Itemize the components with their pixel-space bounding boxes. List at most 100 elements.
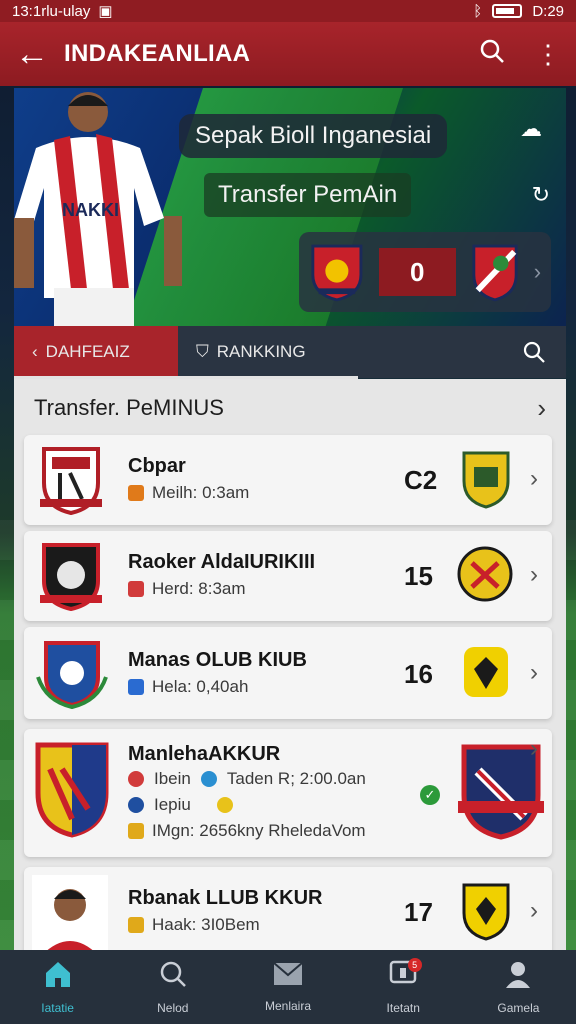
club-crest-icon xyxy=(40,447,102,516)
nav-profile[interactable]: Gamela xyxy=(461,950,576,1024)
club-name: Cbpar xyxy=(128,455,186,477)
club-detail: Ibein xyxy=(154,769,191,788)
nav-search[interactable]: Nelod xyxy=(115,950,230,1024)
bottom-nav: Iatatie Nelod Menlaira 5 Itetatn Gamela xyxy=(0,950,576,1024)
list-item[interactable]: Cbpar Meilh: 0:3am C2 › xyxy=(24,435,552,525)
nav-label: Menlaira xyxy=(264,998,312,1013)
club-name: Rbanak LLUB KKUR xyxy=(128,887,323,909)
chevron-right-icon: › xyxy=(530,465,538,492)
match-card[interactable]: 0 › xyxy=(299,232,551,312)
chevron-right-icon: › xyxy=(530,735,538,762)
status-bar: 13:1rlu-ulay ▣ ᛒ D:29 xyxy=(0,0,576,22)
hero-title: Sepak Bioll Inganesiai xyxy=(179,114,448,158)
club-crest-icon xyxy=(35,742,109,838)
panel-title: Transfer. PeMINUS xyxy=(34,395,224,420)
club-meta: Hela: 0,40ah xyxy=(128,677,248,697)
club-name: ManlehaAKKUR xyxy=(128,743,281,765)
back-arrow-icon[interactable]: ← xyxy=(0,37,64,71)
nav-label: Gamela xyxy=(497,1000,540,1015)
chevron-right-icon: › xyxy=(530,897,538,924)
chevron-right-icon: › xyxy=(537,392,546,423)
opponent-crest-icon xyxy=(457,546,513,602)
search-icon xyxy=(159,960,187,993)
hero-banner[interactable]: NAKKI Sepak Bioll Inganesiai Transfer Pe… xyxy=(14,88,566,328)
time-icon xyxy=(128,679,144,695)
app-title: INDAKEANLIAA xyxy=(64,40,251,67)
club-detail: IMgn: 2656kny RheledaVom xyxy=(152,821,366,840)
chevron-right-icon[interactable]: › xyxy=(534,259,541,285)
club-detail-row: Ibein Taden R; 2:00.0an xyxy=(128,769,366,789)
app-bar: ← INDAKEANLIAA ⋮ xyxy=(0,22,576,86)
club-meta-text: Meilh: 0:3am xyxy=(152,483,250,502)
chevron-right-icon: › xyxy=(530,561,538,588)
nav-label: Nelod xyxy=(157,1000,189,1015)
club-meta: Meilh: 0:3am xyxy=(128,483,249,503)
status-time: D:29 xyxy=(532,2,564,20)
club-detail: Taden R; 2:00.0an xyxy=(226,769,366,788)
panel-header[interactable]: Transfer. PeMINUS › xyxy=(14,379,566,437)
nav-label: Itetatn xyxy=(386,1000,420,1015)
twitter-icon xyxy=(200,771,217,787)
calendar-icon xyxy=(128,581,144,597)
club-number: 15 xyxy=(404,561,433,591)
nav-label: Iatatie xyxy=(41,1000,74,1015)
club-number: 16 xyxy=(404,659,433,689)
clock-icon xyxy=(128,485,144,501)
nav-home[interactable]: Iatatie xyxy=(0,950,115,1024)
home-icon xyxy=(43,960,73,993)
club-number: C2 xyxy=(404,465,438,495)
club-meta-text: Hela: 0,40ah xyxy=(152,677,249,696)
trophy-icon xyxy=(216,797,233,813)
info-icon xyxy=(128,797,144,813)
search-icon[interactable] xyxy=(464,38,520,71)
tab-ranking[interactable]: ⛉ RANKKING xyxy=(178,326,324,378)
cloud-sync-icon[interactable]: ☁ xyxy=(520,116,550,146)
match-score: 0 xyxy=(378,248,456,296)
svg-text:NAKKI: NAKKI xyxy=(62,200,119,220)
chevron-left-icon: ‹ xyxy=(32,342,38,361)
opponent-crest-icon xyxy=(462,883,510,941)
club-name: Manas OLUB KIUB xyxy=(128,649,307,671)
transfer-panel: Transfer. PeMINUS › Cbpar Meilh: 0:3am C… xyxy=(14,379,566,957)
club-crest-icon xyxy=(40,543,102,612)
list-item[interactable]: Rbanak LLUB KKUR Haak: 3I0Bem 17 › xyxy=(24,867,552,957)
mail-icon xyxy=(273,961,303,991)
club-detail: Iepiu xyxy=(154,795,191,814)
home-team-crest-icon xyxy=(311,244,363,302)
player-avatar xyxy=(32,875,108,955)
list-item-expanded[interactable]: ManlehaAKKUR Ibein Taden R; 2:00.0an Iep… xyxy=(24,729,552,857)
status-left-text: 13:1rlu-ulay xyxy=(12,2,91,20)
stadium-icon xyxy=(128,823,144,839)
list-item[interactable]: Raoker AldaIURIKIII Herd: 8:3am 15 › xyxy=(24,531,552,621)
club-name: Raoker AldaIURIKIII xyxy=(128,551,316,573)
notification-icon: ▣ xyxy=(98,3,113,20)
tab-dahfeaiz[interactable]: ‹ DAHFEAIZ xyxy=(14,326,178,378)
list-item[interactable]: Manas OLUB KIUB Hela: 0,40ah 16 › xyxy=(24,627,552,719)
shield-icon: ⛉ xyxy=(196,342,209,361)
location-icon xyxy=(128,771,144,787)
nav-mail[interactable]: Menlaira xyxy=(230,950,345,1024)
refresh-icon[interactable]: ↻ xyxy=(532,182,550,208)
opponent-crest-icon xyxy=(462,451,510,509)
club-number: 17 xyxy=(404,897,433,927)
bluetooth-icon: ᛒ xyxy=(473,2,483,20)
club-meta-text: Herd: 8:3am xyxy=(152,579,246,598)
chevron-right-icon: › xyxy=(530,659,538,686)
opponent-crest-icon xyxy=(464,647,508,697)
club-detail-row: Iepiu xyxy=(128,795,233,815)
tab-bar: ‹ DAHFEAIZ ⛉ RANKKING xyxy=(14,326,566,378)
away-team-crest-icon xyxy=(472,244,518,302)
notification-badge: 5 xyxy=(407,958,422,972)
tab-search-icon[interactable] xyxy=(502,326,566,378)
nav-chat[interactable]: 5 Itetatn xyxy=(346,950,461,1024)
clock-icon xyxy=(128,917,144,933)
more-vertical-icon[interactable]: ⋮ xyxy=(520,39,576,70)
club-meta-text: Haak: 3I0Bem xyxy=(152,915,260,934)
club-detail-row: IMgn: 2656kny RheledaVom xyxy=(128,821,366,841)
tab-label: RANKKING xyxy=(216,342,306,361)
club-crest-icon xyxy=(36,641,108,709)
hero-subtitle: Transfer PemAin xyxy=(204,173,412,217)
tab-label: DAHFEAIZ xyxy=(45,342,130,361)
check-icon: ✓ xyxy=(420,785,440,805)
profile-icon xyxy=(504,960,532,993)
